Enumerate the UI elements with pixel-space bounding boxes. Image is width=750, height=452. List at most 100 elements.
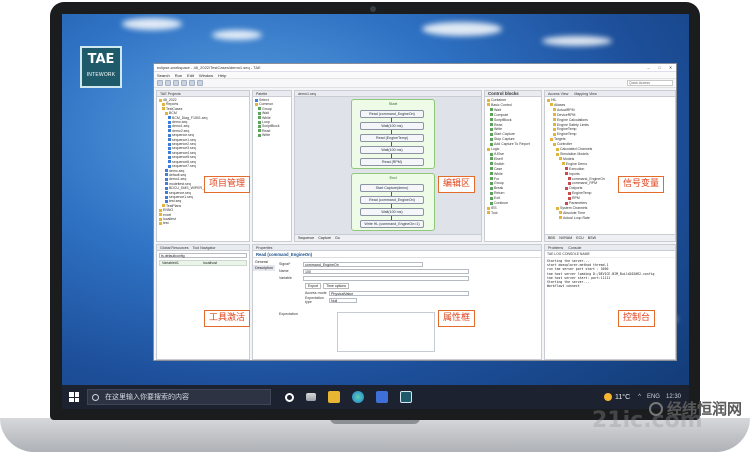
minimize-icon[interactable]: – bbox=[646, 65, 651, 70]
sequence-node[interactable]: Read (RPM) bbox=[360, 158, 424, 166]
tray-chevron-icon[interactable]: ^ bbox=[638, 394, 641, 400]
tree-item-icon bbox=[553, 118, 556, 122]
run-icon[interactable] bbox=[173, 80, 179, 86]
tab-sequence[interactable]: Sequence bbox=[298, 235, 314, 241]
tab-tool-navigator[interactable]: Tool Navigator bbox=[193, 245, 216, 250]
tree-item-label: Container bbox=[491, 98, 507, 102]
tab-go[interactable]: Go bbox=[335, 235, 340, 241]
tab-problems[interactable]: Problems bbox=[548, 245, 563, 250]
tree-item-label: sequence3.seq bbox=[172, 146, 196, 151]
tab-bbs[interactable]: BBS bbox=[548, 235, 555, 241]
tab-access-view[interactable]: Access View bbox=[548, 91, 568, 96]
tree-item-icon bbox=[168, 151, 171, 155]
lane-end[interactable]: End Start Capture(demo) Read (command_Eng… bbox=[351, 173, 435, 231]
tab-mapping-view[interactable]: Mapping View bbox=[574, 91, 597, 96]
tree-item-icon bbox=[559, 211, 562, 215]
tab-ecu[interactable]: ECU bbox=[576, 235, 584, 241]
stop-icon[interactable] bbox=[189, 80, 195, 86]
windows-start-icon[interactable] bbox=[69, 392, 79, 402]
editor-tab[interactable]: demo1.seq bbox=[295, 91, 481, 97]
menu-run[interactable]: Run bbox=[175, 73, 182, 78]
name-field[interactable]: 100 bbox=[303, 268, 469, 274]
sequence-node[interactable]: Wait(100 ms) bbox=[360, 208, 424, 216]
palette-item[interactable]: Write bbox=[255, 133, 289, 137]
tree-item-icon bbox=[556, 206, 559, 210]
tae-app-icon[interactable] bbox=[400, 391, 412, 403]
tree-item-icon bbox=[168, 142, 171, 146]
menu-window[interactable]: Window bbox=[199, 73, 213, 78]
tab-console[interactable]: Console bbox=[568, 245, 581, 250]
tab-nvram[interactable]: NVRAM bbox=[559, 235, 572, 241]
tree-item-label: Basic Control bbox=[491, 102, 512, 107]
tree-item-label: Engine Calculations bbox=[557, 117, 588, 122]
tree-item-label: TestCases bbox=[166, 106, 183, 111]
debug-icon[interactable] bbox=[181, 80, 187, 86]
taskbar-search-input[interactable]: 在这里输入你要搜索的内容 bbox=[87, 389, 271, 405]
new-icon[interactable] bbox=[157, 80, 163, 86]
close-icon[interactable]: ✕ bbox=[668, 65, 673, 70]
tree-item-icon bbox=[550, 137, 553, 141]
access-mode-field[interactable]: PhysicalValue bbox=[329, 290, 469, 296]
tree-item-icon bbox=[159, 213, 162, 217]
tab-capture[interactable]: Capture bbox=[318, 235, 331, 241]
wechat-icon bbox=[648, 401, 663, 416]
desktop-screen: TAE INTEWORK eclipse-workspace - 48_2022… bbox=[62, 14, 689, 409]
save-icon[interactable] bbox=[165, 80, 171, 86]
tree-item-icon bbox=[559, 157, 562, 161]
tree-item-icon bbox=[165, 177, 168, 181]
cortana-icon[interactable] bbox=[285, 392, 294, 402]
tab-time-options[interactable]: Time options bbox=[323, 283, 350, 289]
sequence-node[interactable]: Wait(100 ms) bbox=[360, 122, 424, 130]
sequence-node[interactable]: Write HL (command_EngineOn=1) bbox=[360, 220, 424, 228]
global-resources-tabs: Global Resources Tool Navigator bbox=[157, 245, 249, 251]
tab-export[interactable]: Export bbox=[305, 283, 322, 289]
filter-input[interactable]: ts.defaultconfig bbox=[159, 253, 247, 258]
sequence-node[interactable]: Read (command_EngineOn) bbox=[360, 110, 424, 118]
project-tree-item[interactable]: test bbox=[159, 221, 247, 225]
tab-global-resources[interactable]: Global Resources bbox=[160, 245, 189, 250]
tab-bsw[interactable]: BSW bbox=[588, 235, 596, 241]
menu-edit[interactable]: Edit bbox=[187, 73, 194, 78]
lane-start[interactable]: Start Read (command_EngineOn) Wait(100 ms… bbox=[351, 99, 435, 169]
sequence-node[interactable]: Read (command_EngineOn) bbox=[360, 196, 424, 204]
tree-item-icon bbox=[258, 125, 261, 129]
quick-access-input[interactable]: Quick Access bbox=[627, 80, 673, 86]
tree-item-label: command_RPM bbox=[572, 181, 598, 186]
signal-field[interactable]: command_EngineOn bbox=[303, 261, 423, 267]
sequence-node[interactable]: Start Capture(demo) bbox=[360, 184, 424, 192]
sequence-node[interactable]: Wait(100 ms) bbox=[360, 146, 424, 154]
tree-item-icon bbox=[487, 147, 490, 151]
weather-widget[interactable]: 11°C bbox=[604, 393, 630, 401]
tree-item-icon bbox=[553, 123, 556, 127]
tree-item-icon bbox=[165, 173, 168, 177]
edge-icon[interactable] bbox=[352, 391, 364, 403]
tab-description[interactable]: Description bbox=[253, 265, 275, 271]
task-view-icon[interactable] bbox=[306, 393, 316, 401]
access-view-item[interactable]: Actual Loop Rate bbox=[547, 216, 673, 221]
tree-item-icon bbox=[565, 186, 568, 190]
tree-item-icon bbox=[165, 169, 168, 173]
menu-help[interactable]: Help bbox=[218, 73, 226, 78]
tree-item-label: Execution bbox=[569, 166, 585, 171]
tree-item-icon bbox=[165, 186, 168, 190]
tree-item-label: BCM bbox=[169, 111, 177, 116]
tree-item-label: Read bbox=[494, 122, 503, 127]
expectation-area[interactable] bbox=[337, 312, 435, 352]
tree-item-icon bbox=[556, 147, 559, 151]
undo-icon[interactable] bbox=[197, 80, 203, 86]
tree-item-icon bbox=[168, 120, 171, 124]
window-title: eclipse-workspace - 48_2022/TestCases/de… bbox=[157, 65, 261, 70]
file-explorer-icon[interactable] bbox=[328, 391, 340, 403]
tree-item-icon bbox=[258, 120, 261, 124]
tree-item-label: DeviceRPM bbox=[557, 112, 576, 117]
tree-item-icon bbox=[490, 196, 493, 200]
store-icon[interactable] bbox=[376, 391, 388, 403]
tree-item-label: 48_2022 bbox=[163, 98, 177, 102]
tree-item-label: excel bbox=[163, 212, 172, 217]
expectation-type-field[interactable]: Null bbox=[329, 297, 357, 303]
control-block-item[interactable]: Tool bbox=[487, 211, 539, 216]
sequence-node[interactable]: Read (EngineTemp) bbox=[360, 134, 424, 142]
maximize-icon[interactable]: □ bbox=[657, 65, 662, 70]
variable-field[interactable] bbox=[303, 275, 469, 281]
menu-search[interactable]: Search bbox=[157, 73, 170, 78]
